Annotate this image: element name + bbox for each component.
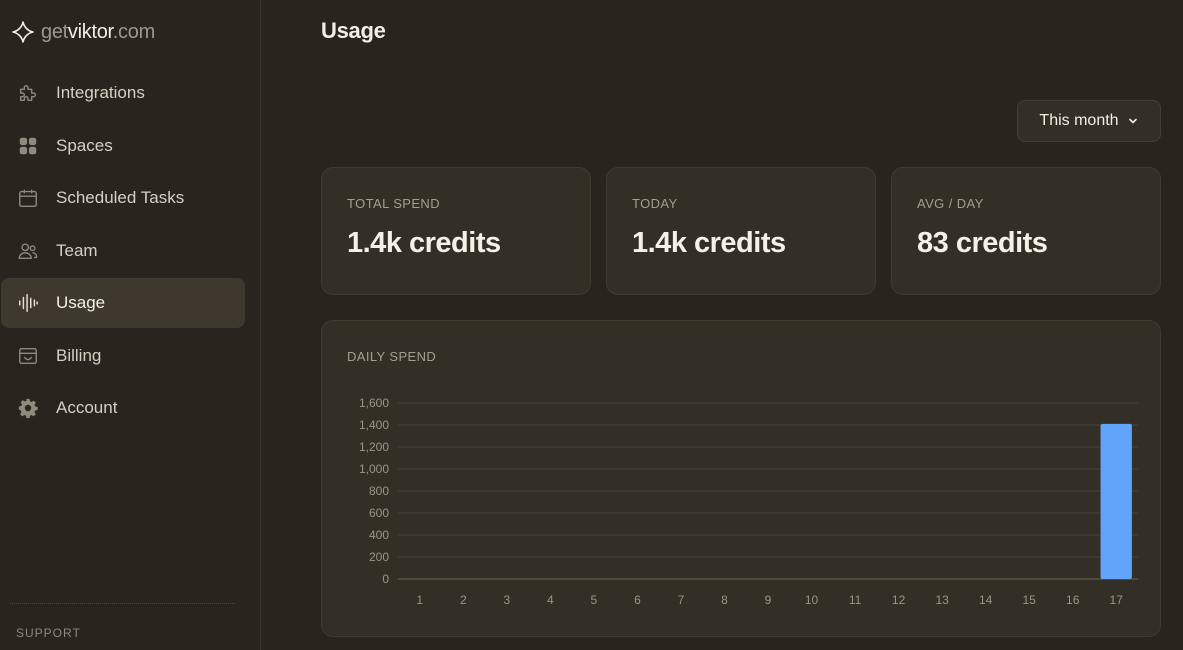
brand-part-domain: .com: [112, 20, 155, 43]
y-tick-label: 1,000: [359, 462, 389, 476]
y-tick-label: 0: [382, 572, 389, 586]
sidebar-item-label: Team: [56, 240, 98, 260]
x-tick-label: 6: [634, 593, 641, 607]
y-tick-label: 1,200: [359, 440, 389, 454]
x-tick-label: 3: [503, 593, 510, 607]
brand-part-get: get: [41, 20, 68, 43]
y-tick-label: 600: [369, 506, 389, 520]
brand-part-viktor: viktor: [67, 20, 113, 43]
stat-value: 1.4k credits: [347, 227, 501, 259]
x-tick-label: 13: [935, 593, 949, 607]
date-range-dropdown[interactable]: This month: [1017, 100, 1161, 142]
calendar-icon: [17, 187, 39, 209]
x-tick-label: 5: [591, 593, 598, 607]
daily-spend-chart-card: DAILY SPEND 0 200 400 600 800 1,000 1,200 1,400…: [321, 320, 1161, 637]
sidebar-item-label: Spaces: [56, 135, 113, 155]
waveform-icon: [17, 292, 39, 314]
x-tick-label: 9: [765, 593, 772, 607]
daily-spend-chart: 02004006008001,0001,2001,4001,6001 2 3 4 5 6 7…: [359, 396, 1138, 607]
x-tick-label: 7: [678, 593, 685, 607]
x-tick-label: 17: [1110, 593, 1124, 607]
x-tick-label: 1: [416, 593, 423, 607]
sidebar-item-label: Integrations: [56, 83, 145, 102]
y-tick-label: 1,400: [359, 418, 389, 432]
sidebar-item-label: Usage: [56, 293, 106, 312]
grid-icon: [17, 135, 39, 157]
chevron-down-icon: [1127, 115, 1139, 127]
brand[interactable]: getviktor.com: [11, 20, 155, 44]
support-section-label: SUPPORT: [16, 626, 81, 640]
bar-day-17[interactable]: [1100, 423, 1132, 579]
sidebar-item-billing[interactable]: Billing: [1, 331, 245, 381]
main-content: Usage This month TOTAL SPEND 1.4k credit…: [261, 0, 1183, 650]
users-icon: [17, 240, 39, 262]
y-tick-label: 800: [369, 484, 389, 498]
stat-card-today: TODAY 1.4k credits: [606, 167, 876, 295]
wallet-icon: [17, 345, 39, 367]
divider: [10, 603, 235, 604]
x-tick-label: 4: [547, 593, 554, 607]
sidebar: getviktor.com Integrations Spaces Schedu…: [0, 0, 261, 650]
stat-label: TODAY: [632, 196, 678, 211]
sidebar-item-label: Account: [56, 398, 118, 417]
x-tick-label: 14: [979, 593, 993, 607]
sidebar-item-label: Billing: [56, 345, 102, 365]
sidebar-item-usage[interactable]: Usage: [1, 278, 245, 328]
sidebar-item-label: Scheduled Tasks: [56, 188, 185, 207]
sidebar-item-team[interactable]: Team: [1, 226, 245, 276]
sidebar-item-integrations[interactable]: Integrations: [1, 68, 245, 118]
page-title: Usage: [321, 18, 386, 43]
date-range-value: This month: [1039, 112, 1119, 129]
x-tick-label: 11: [849, 593, 862, 607]
x-tick-label: 16: [1066, 593, 1080, 607]
stat-card-avg-per-day: AVG / DAY 83 credits: [891, 167, 1161, 295]
x-tick-label: 12: [892, 593, 906, 607]
x-tick-label: 10: [805, 593, 819, 607]
stat-label: AVG / DAY: [917, 196, 984, 211]
puzzle-icon: [17, 82, 39, 104]
x-tick-label: 2: [460, 593, 467, 607]
stat-label: TOTAL SPEND: [347, 196, 441, 211]
sidebar-nav: Integrations Spaces Scheduled Tasks Team: [1, 68, 245, 436]
sidebar-item-account[interactable]: Account: [1, 383, 245, 433]
stat-value: 83 credits: [917, 227, 1048, 259]
x-tick-label: 15: [1022, 593, 1036, 607]
stat-card-total-spend: TOTAL SPEND 1.4k credits: [321, 167, 591, 295]
x-tick-label: 8: [721, 593, 728, 607]
app-root: getviktor.com Integrations Spaces Schedu…: [0, 0, 1183, 650]
stat-value: 1.4k credits: [632, 227, 786, 259]
y-tick-label: 200: [369, 550, 389, 564]
y-tick-label: 400: [369, 528, 389, 542]
sidebar-item-spaces[interactable]: Spaces: [1, 121, 245, 171]
sidebar-item-scheduled-tasks[interactable]: Scheduled Tasks: [1, 173, 245, 223]
gear-icon: [17, 397, 39, 419]
y-tick-label: 1,600: [359, 396, 389, 410]
logo-icon: [11, 20, 35, 44]
